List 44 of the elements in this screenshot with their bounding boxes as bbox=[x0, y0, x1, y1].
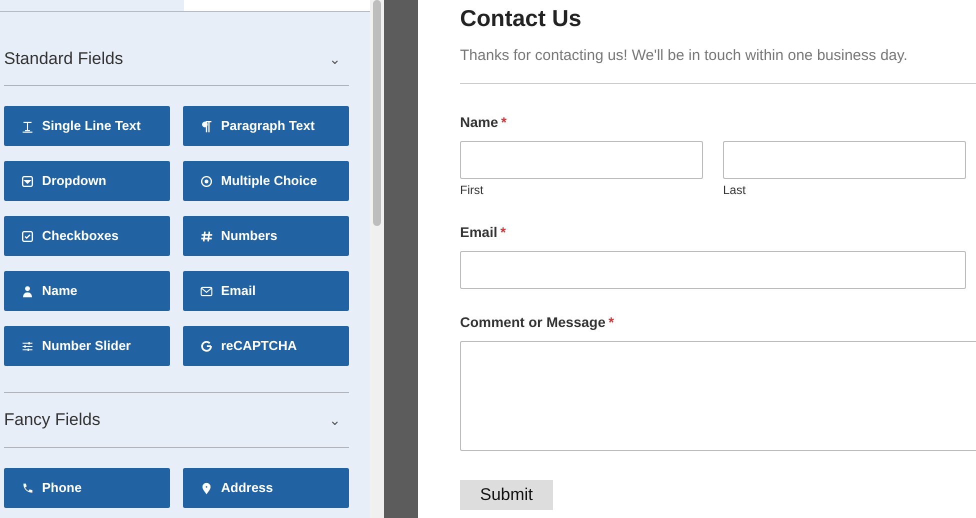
radio-icon bbox=[200, 174, 213, 188]
section-header[interactable]: Standard Fields ⌄ bbox=[4, 12, 349, 86]
form-title: Contact Us bbox=[460, 4, 582, 32]
hash-icon bbox=[200, 230, 213, 242]
field-label: Email * bbox=[460, 222, 507, 242]
field-label: Comment or Message * bbox=[460, 312, 615, 332]
sublabel: Last bbox=[723, 182, 747, 198]
field-button[interactable]: Address bbox=[183, 468, 349, 508]
field-button[interactable]: Multiple Choice bbox=[183, 161, 349, 201]
envelope-icon bbox=[200, 284, 213, 298]
field-button[interactable]: reCAPTCHA bbox=[183, 326, 349, 366]
form-description: Thanks for contacting us! We'll be in touch within one business day. bbox=[460, 46, 909, 66]
text-cursor-icon bbox=[21, 120, 34, 132]
section-title: Fancy Fields bbox=[4, 409, 100, 432]
input-field[interactable] bbox=[723, 140, 966, 178]
field-button[interactable]: Dropdown bbox=[4, 161, 170, 201]
field-label: Name * bbox=[460, 112, 508, 132]
panel-tab[interactable] bbox=[184, 0, 370, 11]
person-icon bbox=[21, 284, 34, 298]
chevron-icon: ⌄ bbox=[329, 52, 341, 66]
map-pin-icon bbox=[200, 482, 213, 494]
submit-button[interactable]: Submit bbox=[460, 480, 553, 510]
dropdown-icon bbox=[21, 174, 34, 188]
google-g-icon bbox=[200, 340, 213, 352]
field-button[interactable]: Email bbox=[183, 271, 349, 311]
field-button[interactable]: Number Slider bbox=[4, 326, 170, 366]
phone-icon bbox=[21, 482, 34, 494]
field-button[interactable]: Checkboxes bbox=[4, 216, 170, 256]
sliders-icon bbox=[21, 340, 34, 352]
input-field[interactable] bbox=[460, 140, 703, 178]
textarea-field[interactable] bbox=[460, 340, 976, 450]
sublabel: First bbox=[460, 182, 484, 198]
input-field[interactable] bbox=[460, 250, 966, 288]
paragraph-icon bbox=[200, 120, 213, 132]
field-button[interactable]: Phone bbox=[4, 468, 170, 508]
chevron-icon: ⌄ bbox=[329, 413, 341, 427]
scrollbar-thumb[interactable] bbox=[373, 0, 381, 226]
field-button[interactable]: Single Line Text bbox=[4, 106, 170, 146]
field-button[interactable]: Name bbox=[4, 271, 170, 311]
section-header[interactable]: Fancy Fields ⌄ bbox=[4, 392, 349, 448]
field-button[interactable]: Numbers bbox=[183, 216, 349, 256]
section-title: Standard Fields bbox=[4, 48, 124, 70]
field-button[interactable]: Paragraph Text bbox=[183, 106, 349, 146]
checkbox-icon bbox=[21, 230, 34, 242]
